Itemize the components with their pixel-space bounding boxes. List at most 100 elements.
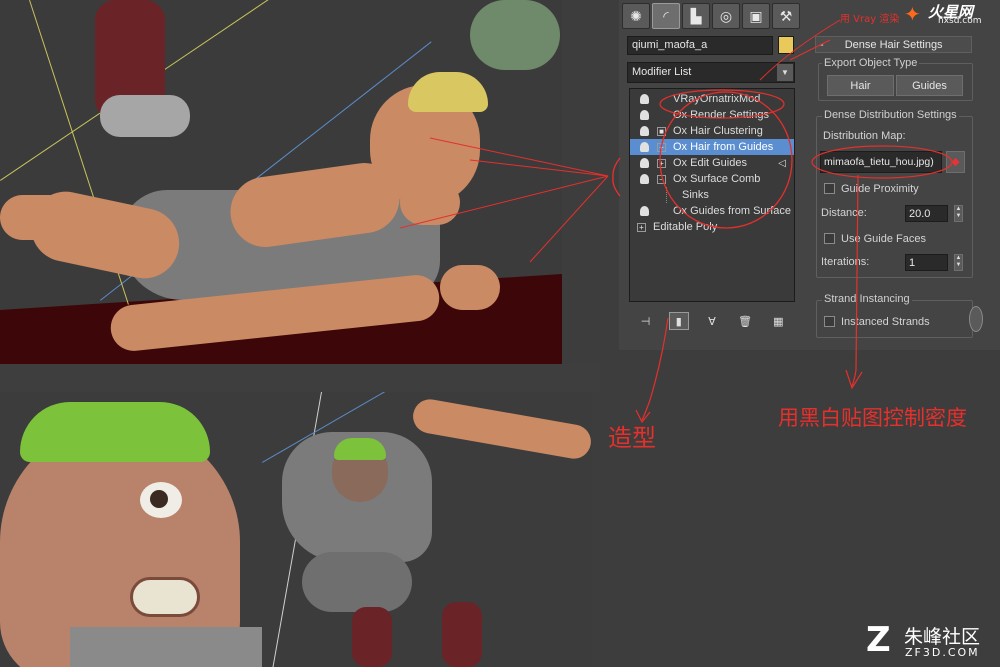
stack-item-label: Ox Hair Clustering <box>673 125 763 137</box>
stack-item-ox-edit-guides[interactable]: + Ox Edit Guides ◁ <box>630 155 794 171</box>
modify-arc-icon[interactable]: ◜ <box>652 3 680 29</box>
lightbulb-icon[interactable] <box>640 206 649 216</box>
zf3d-brand-text: 朱峰社区 <box>904 626 981 648</box>
runner-sock <box>352 607 392 667</box>
stack-item-ox-surface-comb[interactable]: − Ox Surface Comb <box>630 171 794 187</box>
guide-proximity-checkbox[interactable] <box>824 183 835 194</box>
closeup-hair <box>20 402 210 462</box>
display-monitor-icon[interactable]: ▣ <box>742 3 770 29</box>
modifier-list-dropdown[interactable]: Modifier List ▼ <box>627 62 795 83</box>
zf3d-logo: Z 朱峰社区 ZF3D.COM <box>866 620 996 664</box>
rollout-scroll-knob-icon[interactable] <box>969 306 983 332</box>
iterations-spinner-arrows-icon[interactable]: ▲ ▼ <box>954 254 963 271</box>
chevron-down-icon[interactable]: ▼ <box>777 64 793 81</box>
annotation-density-note: 用黑白贴图控制密度 <box>778 406 967 430</box>
hierarchy-icon[interactable]: ▙ <box>682 3 710 29</box>
dense-hair-settings-rollout-title[interactable]: - Dense Hair Settings <box>815 36 972 53</box>
distance-label: Distance: <box>821 207 867 219</box>
background-player-shoe <box>100 95 190 137</box>
lightbulb-icon[interactable] <box>640 158 649 168</box>
character-hair <box>408 72 488 112</box>
distance-field[interactable]: 20.0 <box>905 205 948 222</box>
stack-subitem-sinks[interactable]: Sinks <box>630 187 794 203</box>
guide-proximity-label: Guide Proximity <box>841 183 919 195</box>
collapsed-box-icon[interactable]: ■ <box>657 126 666 136</box>
annotation-shape-note: 造型 <box>608 424 656 452</box>
lightbulb-icon[interactable] <box>640 142 649 152</box>
expand-plus-icon[interactable]: + <box>657 158 666 168</box>
collapse-minus-icon[interactable]: − <box>657 174 666 184</box>
stack-item-label: Editable Poly <box>653 221 718 233</box>
runner-arm <box>410 396 592 462</box>
face-closeup-viewport[interactable] <box>0 392 262 667</box>
configure-sets-icon[interactable]: ▦ <box>768 312 788 330</box>
distance-spinner-arrows-icon[interactable]: ▲ ▼ <box>954 205 963 222</box>
stack-item-ox-hair-clustering[interactable]: ■ Ox Hair Clustering <box>630 123 794 139</box>
expand-plus-icon[interactable]: + <box>637 222 646 232</box>
perspective-viewport-main[interactable] <box>0 0 562 364</box>
pin-stack-icon[interactable]: ⊣ <box>636 312 656 330</box>
instanced-strands-checkbox[interactable] <box>824 316 835 327</box>
stack-item-label: Ox Edit Guides <box>673 157 747 169</box>
show-end-result-icon[interactable]: ▮ <box>668 312 689 330</box>
lightbulb-icon[interactable] <box>640 110 649 120</box>
closeup-collar <box>70 627 262 667</box>
strand-instancing-label: Strand Instancing <box>822 293 912 305</box>
lightbulb-icon[interactable] <box>640 126 649 136</box>
zf3d-url-text: ZF3D.COM <box>905 646 980 659</box>
stack-item-label: Ox Guides from Surface <box>673 205 791 217</box>
z-logo-icon: Z <box>866 620 891 660</box>
hxsd-url-text: hxsd.com <box>938 16 982 26</box>
object-name-field[interactable]: qiumi_maofa_a <box>627 36 773 55</box>
dense-distribution-label: Dense Distribution Settings <box>822 109 959 121</box>
stack-toolbar: ⊣ ▮ ∀ 🗑 ▦ <box>629 310 795 332</box>
collapse-minus-icon[interactable]: - <box>820 39 824 51</box>
flame-logo-icon: ✦ <box>904 2 921 26</box>
use-guide-faces-label: Use Guide Faces <box>841 233 926 245</box>
command-panel-tabs: ✺ ◜ ▙ ◎ ▣ ⚒ <box>622 3 808 30</box>
character-fist <box>400 180 460 225</box>
closeup-pupil <box>150 490 168 508</box>
running-player-viewport[interactable] <box>262 392 592 667</box>
stack-item-ox-hair-from-guides[interactable]: + Ox Hair from Guides <box>630 139 794 155</box>
distribution-map-button[interactable]: mimaofa_tietu_hou.jpg) <box>820 151 942 173</box>
distribution-map-label: Distribution Map: <box>823 130 906 142</box>
tree-connector <box>666 187 682 203</box>
iterations-field[interactable]: 1 <box>905 254 948 271</box>
character-foot <box>0 195 90 240</box>
stack-item-vrayornatrixmod[interactable]: VRayOrnatrixMod <box>630 91 794 107</box>
utilities-hammer-icon[interactable]: ⚒ <box>772 3 800 29</box>
guides-button[interactable]: Guides <box>896 75 963 96</box>
expand-plus-icon[interactable]: + <box>657 142 666 152</box>
stack-item-label: VRayOrnatrixMod <box>673 93 761 105</box>
hxsd-logo: ✦ 火星网 hxsd.com <box>904 2 998 28</box>
stack-item-editable-poly[interactable]: + Editable Poly <box>630 219 794 235</box>
stack-item-label: Ox Surface Comb <box>673 173 761 185</box>
motion-icon[interactable]: ◎ <box>712 3 740 29</box>
eyedropper-pick-icon[interactable]: ◆ <box>946 151 965 173</box>
remove-modifier-icon[interactable]: 🗑 <box>735 312 755 330</box>
closeup-teeth <box>130 577 200 617</box>
runner-hair <box>334 438 386 460</box>
iterations-label: Iterations: <box>821 256 870 268</box>
background-head <box>470 0 560 70</box>
rollout-title-label: Dense Hair Settings <box>844 39 943 51</box>
stack-item-ox-render-settings[interactable]: Ox Render Settings <box>630 107 794 123</box>
modifier-stack[interactable]: VRayOrnatrixMod Ox Render Settings ■ Ox … <box>629 88 795 302</box>
runner-sock <box>442 602 482 667</box>
lightbulb-icon[interactable] <box>640 174 649 184</box>
annotation-top-note: 用 Vray 渲染 <box>840 14 900 25</box>
stack-item-label: Ox Render Settings <box>673 109 769 121</box>
make-unique-icon[interactable]: ∀ <box>702 312 722 330</box>
instanced-strands-label: Instanced Strands <box>841 316 930 328</box>
lightbulb-icon[interactable] <box>640 94 649 104</box>
viewport-gap <box>0 364 600 392</box>
edit-guides-brush-icon: ◁ <box>778 157 786 169</box>
hair-button[interactable]: Hair <box>827 75 894 96</box>
runner-shorts <box>302 552 412 612</box>
create-sun-icon[interactable]: ✺ <box>622 3 650 29</box>
object-color-swatch[interactable] <box>778 36 794 54</box>
use-guide-faces-checkbox[interactable] <box>824 233 835 244</box>
stack-item-ox-guides-from-surface[interactable]: Ox Guides from Surface <box>630 203 794 219</box>
modifier-list-label: Modifier List <box>632 66 692 78</box>
